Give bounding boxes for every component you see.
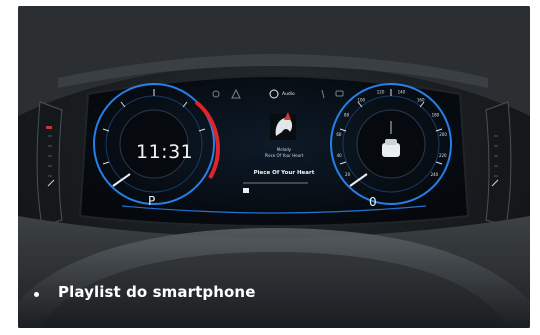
- speed-tick-label: 160: [417, 98, 425, 103]
- song-title-small: Piece Of Your Heart: [264, 153, 304, 158]
- audio-label: Audio: [282, 92, 295, 97]
- artist-name: Melody: [276, 147, 292, 152]
- car-status-icon: [382, 143, 400, 157]
- speed-tick-label: 180: [432, 113, 440, 118]
- clock-readout: 11:31: [136, 141, 194, 163]
- speed-readout: 0: [369, 195, 377, 209]
- song-title: Piece Of Your Heart: [253, 170, 315, 176]
- speed-tick-label: 140: [398, 90, 406, 95]
- left-side-bezel: [36, 101, 63, 227]
- speed-tick-label: 200: [439, 132, 447, 137]
- speed-tick-label: 40: [337, 153, 343, 158]
- media-source-icon: [243, 188, 249, 193]
- speed-tick-label: 240: [431, 172, 439, 177]
- speed-tick-label: 100: [357, 98, 365, 103]
- gear-indicator: P: [148, 194, 156, 208]
- album-art: [270, 112, 296, 140]
- speed-tick-label: 20: [345, 172, 351, 177]
- dashboard-photo: 20 40 60 80 100 120 140 160 180 200 220 240 11:31 P…: [18, 6, 530, 328]
- right-side-bezel: [485, 101, 512, 227]
- stage: 20 40 60 80 100 120 140 160 180 200 220 240 11:31 P…: [0, 0, 540, 335]
- speed-tick-label: 220: [439, 153, 447, 158]
- speed-tick-label: 80: [344, 113, 350, 118]
- speed-tick-label: 60: [336, 132, 342, 137]
- left-red-indicator: [46, 126, 52, 129]
- caption-text: Playlist do smartphone: [58, 283, 256, 301]
- bullet-icon: [34, 292, 39, 297]
- speed-tick-label: 120: [377, 90, 385, 95]
- caption-bar: Playlist do smartphone: [18, 266, 530, 328]
